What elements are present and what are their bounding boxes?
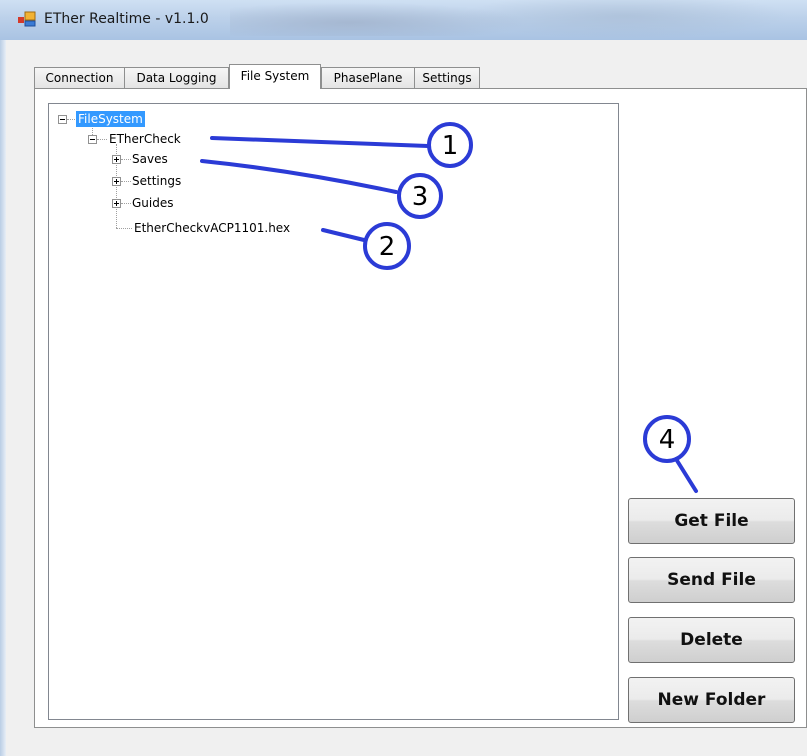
tab-data-logging[interactable]: Data Logging bbox=[124, 67, 229, 88]
file-tree[interactable]: FileSystem ETherCheck Saves Settings Gui… bbox=[48, 103, 619, 720]
expand-icon[interactable] bbox=[112, 155, 121, 164]
tree-node-guides[interactable]: Guides bbox=[132, 195, 174, 211]
tree-node-ethercheck[interactable]: ETherCheck bbox=[109, 131, 181, 147]
title-bar[interactable]: ETher Realtime - v1.1.0 bbox=[0, 0, 807, 41]
new-folder-button[interactable]: New Folder bbox=[628, 677, 795, 723]
blur-region bbox=[460, 0, 790, 40]
send-file-button[interactable]: Send File bbox=[628, 557, 795, 603]
delete-button[interactable]: Delete bbox=[628, 617, 795, 663]
tab-phaseplane[interactable]: PhasePlane bbox=[321, 67, 415, 88]
tree-node-hex-file[interactable]: EtherCheckvACP1101.hex bbox=[134, 220, 290, 236]
collapse-icon[interactable] bbox=[58, 115, 67, 124]
tree-connector bbox=[121, 181, 131, 182]
tree-connector bbox=[121, 203, 131, 204]
tree-node-saves[interactable]: Saves bbox=[132, 151, 168, 167]
tab-file-system[interactable]: File System bbox=[229, 64, 321, 89]
expand-icon[interactable] bbox=[112, 177, 121, 186]
tree-connector bbox=[116, 228, 132, 229]
collapse-icon[interactable] bbox=[88, 135, 97, 144]
tree-connector bbox=[121, 159, 131, 160]
expand-icon[interactable] bbox=[112, 199, 121, 208]
app-icon bbox=[18, 11, 36, 27]
tree-connector bbox=[97, 139, 107, 140]
tab-connection[interactable]: Connection bbox=[34, 67, 125, 88]
tree-node-filesystem[interactable]: FileSystem bbox=[76, 111, 145, 127]
tab-settings[interactable]: Settings bbox=[414, 67, 480, 88]
tree-node-settings[interactable]: Settings bbox=[132, 173, 181, 189]
get-file-button[interactable]: Get File bbox=[628, 498, 795, 544]
window-title: ETher Realtime - v1.1.0 bbox=[44, 11, 209, 27]
